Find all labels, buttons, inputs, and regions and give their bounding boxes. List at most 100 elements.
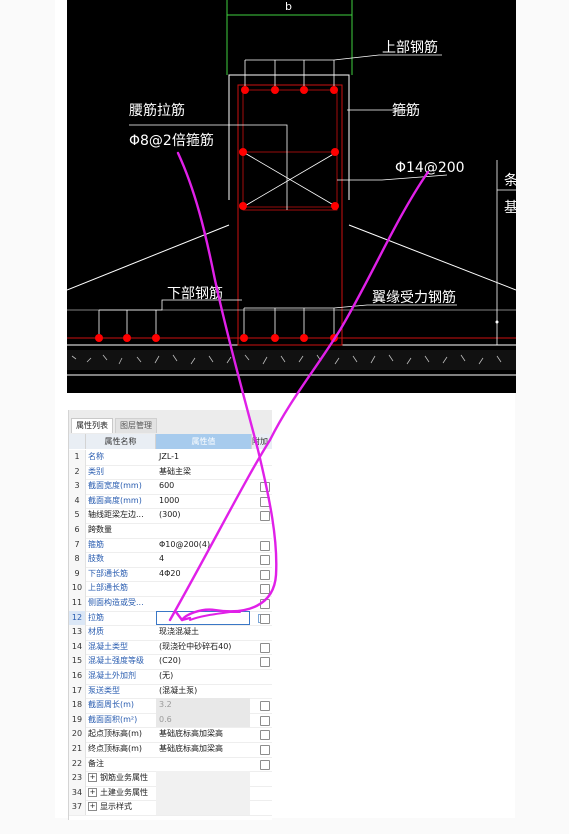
property-row[interactable]: 1 名称 JZL-1 xyxy=(69,450,272,466)
property-name: 上部通长筋 xyxy=(88,583,128,593)
property-value[interactable]: JZL-1 xyxy=(156,450,250,465)
property-row[interactable]: 14 混凝土类型 (现浇砼中砂碎石40) xyxy=(69,639,272,656)
property-name: 截面高度(mm) xyxy=(88,495,142,505)
property-row[interactable]: 8 肢数 4 xyxy=(69,552,272,568)
property-value[interactable]: 600 xyxy=(156,479,250,494)
property-value[interactable]: 4 xyxy=(156,552,250,567)
additional-checkbox[interactable] xyxy=(260,730,270,741)
dim-label: b xyxy=(285,0,292,13)
expand-icon[interactable]: + xyxy=(88,787,97,797)
property-value[interactable]: 1000 xyxy=(156,494,250,509)
additional-checkbox[interactable] xyxy=(260,759,270,770)
property-value[interactable]: 基础主梁 xyxy=(156,465,250,480)
additional-checkbox[interactable] xyxy=(260,657,270,668)
property-value[interactable] xyxy=(156,523,250,538)
property-value[interactable]: (无) xyxy=(156,669,250,684)
label-tie: 腰筋拉筋 xyxy=(129,102,185,119)
additional-checkbox[interactable] xyxy=(260,496,270,507)
property-value[interactable] xyxy=(156,581,250,596)
property-row[interactable]: 6 跨数量 xyxy=(69,523,272,539)
property-value[interactable]: (300) xyxy=(156,508,250,523)
property-row[interactable]: 15 混凝土强度等级 (C20) xyxy=(69,654,272,670)
header-index xyxy=(69,434,86,449)
property-row[interactable]: 22 备注 xyxy=(69,756,272,773)
property-row[interactable]: 4 截面高度(mm) 1000 xyxy=(69,493,272,510)
property-row[interactable]: 13 材质 现浇混凝土 xyxy=(69,625,272,641)
property-row[interactable]: 18 截面周长(m) 3.2 xyxy=(69,698,272,714)
property-value[interactable]: 基础底标高加梁高 xyxy=(156,742,250,757)
property-value[interactable]: 4Φ20 xyxy=(156,567,250,582)
row-index: 37 xyxy=(69,800,86,815)
row-index: 23 xyxy=(69,771,86,786)
property-row[interactable]: 5 轴线距梁左边... (300) xyxy=(69,508,272,524)
property-value[interactable]: Φ10@200(4) xyxy=(156,538,250,553)
property-name: 混凝土类型 xyxy=(88,641,128,651)
property-value[interactable] xyxy=(156,785,250,801)
property-row[interactable]: 19 截面面积(m²) 0.6 xyxy=(69,712,272,729)
additional-checkbox[interactable] xyxy=(260,745,270,755)
property-row[interactable]: 2 类别 基础主梁 xyxy=(69,464,272,481)
property-name: 类别 xyxy=(88,466,104,476)
property-value[interactable] xyxy=(156,596,250,611)
additional-checkbox[interactable] xyxy=(260,569,270,580)
label-wing-rebar-spec: Φ14@200 xyxy=(395,160,465,176)
property-row[interactable]: 12拉筋··· xyxy=(69,610,272,627)
property-row[interactable]: 37 + 显示样式 xyxy=(69,800,272,816)
property-row[interactable]: 9 下部通长筋 4Φ20 xyxy=(69,566,272,583)
property-value-input[interactable] xyxy=(156,610,250,626)
property-row[interactable]: 11 侧面构造或受... xyxy=(69,596,272,612)
additional-checkbox[interactable] xyxy=(260,701,270,712)
property-value[interactable]: 0.6 xyxy=(156,712,250,728)
additional-checkbox[interactable] xyxy=(260,540,270,551)
property-row[interactable]: 17 泵送类型 (混凝土泵) xyxy=(69,683,272,700)
additional-checkbox[interactable] xyxy=(260,511,270,522)
property-row[interactable]: 16 混凝土外加剂 (无) xyxy=(69,669,272,685)
row-index: 10 xyxy=(69,581,86,596)
property-row[interactable]: 34 + 土建业务属性 xyxy=(69,785,272,802)
property-name: 材质 xyxy=(88,627,104,637)
row-index: 1 xyxy=(69,450,86,465)
expand-icon[interactable]: + xyxy=(88,773,97,783)
row-index: 6 xyxy=(69,523,86,538)
additional-checkbox[interactable] xyxy=(260,613,270,624)
panel-tabs: 属性列表 图层管理 xyxy=(69,410,272,435)
label-edge-1: 条 xyxy=(504,172,516,189)
expand-icon[interactable]: + xyxy=(88,802,97,812)
property-value[interactable]: 基础底标高加梁高 xyxy=(156,727,250,742)
property-value[interactable]: 现浇混凝土 xyxy=(156,625,250,640)
additional-checkbox[interactable] xyxy=(260,555,270,566)
header-additional: 附加 xyxy=(252,434,272,449)
additional-checkbox[interactable] xyxy=(260,715,270,726)
property-name: 备注 xyxy=(88,758,104,768)
property-name: + 钢筋业务属性 xyxy=(88,771,155,786)
row-index: 2 xyxy=(69,464,86,480)
property-value[interactable]: (C20) xyxy=(156,654,250,669)
property-value[interactable]: (混凝土泵) xyxy=(156,684,250,699)
property-value[interactable]: 3.2 xyxy=(156,698,250,713)
property-name: + 土建业务属性 xyxy=(88,786,155,801)
property-value[interactable]: (现浇砼中砂碎石40) xyxy=(156,640,250,655)
header-property-name: 属性名称 xyxy=(86,434,156,449)
row-index: 11 xyxy=(69,596,86,611)
property-row[interactable]: 10 上部通长筋 xyxy=(69,581,272,597)
property-row[interactable]: 3 截面宽度(mm) 600 xyxy=(69,479,272,495)
property-name: 截面面积(m²) xyxy=(88,714,138,724)
property-value[interactable] xyxy=(156,757,250,772)
additional-checkbox[interactable] xyxy=(260,599,270,609)
group-label: 钢筋业务属性 xyxy=(100,773,148,783)
property-row[interactable]: 21 终点顶标高(m) 基础底标高加梁高 xyxy=(69,742,272,758)
additional-checkbox[interactable] xyxy=(260,642,270,653)
tab-property-list[interactable]: 属性列表 xyxy=(71,418,113,433)
label-stirrup: 箍筋 xyxy=(392,102,420,119)
property-row[interactable]: 20 起点顶标高(m) 基础底标高加梁高 xyxy=(69,727,272,743)
row-index: 12 xyxy=(69,610,86,626)
property-name: 名称 xyxy=(88,452,104,461)
property-row[interactable]: 23 + 钢筋业务属性 xyxy=(69,771,272,787)
tab-layer-management[interactable]: 图层管理 xyxy=(115,418,157,433)
property-value[interactable] xyxy=(156,800,250,815)
additional-checkbox[interactable] xyxy=(260,482,270,493)
property-row[interactable]: 7 箍筋 Φ10@200(4) xyxy=(69,537,272,554)
property-name: 拉筋 xyxy=(88,612,104,622)
property-value[interactable] xyxy=(156,771,250,786)
additional-checkbox[interactable] xyxy=(260,584,270,595)
